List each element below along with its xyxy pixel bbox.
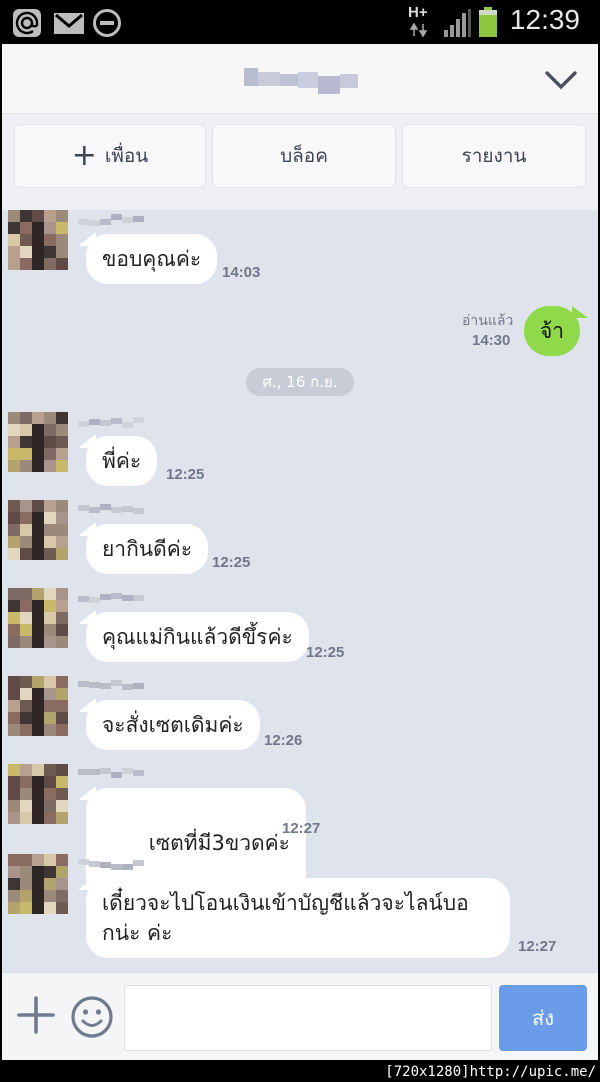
sender-name-blurred (78, 504, 144, 516)
message-text: เซตที่มี3ขวดค่ะ (142, 831, 290, 855)
sender-name-blurred (78, 858, 144, 870)
watermark: [720x1280]http://upic.me/ (385, 1064, 596, 1080)
friend-actions: + เพื่อน บล็อค รายงาน (2, 114, 598, 210)
message-bubble[interactable]: พี่ค่ะ (86, 436, 158, 486)
clock: 12:39 (509, 4, 580, 35)
message-text: พี่ค่ะ (102, 449, 142, 473)
sender-name-blurred (78, 592, 144, 604)
message-bubble[interactable]: จะสั่งเซตเดิมค่ะ (86, 700, 260, 750)
screen: H+ 12:39 + เพื่อน บล็อค รายงาน ขอบคุณค่ะ… (0, 0, 600, 1082)
message-text: จะสั่งเซตเดิมค่ะ (102, 713, 244, 737)
date-separator: ศ., 16 ก.ย. (246, 368, 354, 396)
message-time: 14:03 (222, 264, 261, 281)
message-time: 12:25 (166, 466, 205, 483)
message-bubble[interactable]: ยากินดีค่ะ (86, 524, 209, 574)
message-text: เดี๋ยวจะไปโอนเงินเข้าบัญชีแล้วจะไลน์บอกน… (102, 891, 469, 945)
message-time: 12:25 (306, 644, 345, 661)
avatar[interactable] (8, 500, 68, 560)
battery-icon (479, 7, 497, 37)
sender-name-blurred (78, 214, 144, 226)
plus-icon: + (71, 138, 97, 173)
add-friend-label: เพื่อน (104, 145, 149, 167)
plus-icon[interactable] (16, 995, 56, 1035)
message-bubble[interactable]: คุณแม่กินแล้วดีขึ้รค่ะ (86, 612, 309, 662)
avatar[interactable] (8, 764, 68, 824)
message-composer: ส่ง (2, 972, 598, 1060)
add-friend-button[interactable]: + เพื่อน (14, 124, 206, 188)
report-label: รายงาน (461, 145, 527, 167)
message-bubble[interactable]: เดี๋ยวจะไปโอนเงินเข้าบัญชีแล้วจะไลน์บอกน… (86, 878, 510, 958)
send-label: ส่ง (532, 1006, 554, 1030)
message-input[interactable] (124, 985, 492, 1051)
read-receipt: อ่านแล้ว (462, 313, 514, 329)
message-text: คุณแม่กินแล้วดีขึ้รค่ะ (102, 625, 293, 649)
network-type: H+ (408, 4, 428, 21)
message-time: 12:26 (264, 732, 303, 749)
avatar[interactable] (8, 588, 68, 648)
send-button[interactable]: ส่ง (499, 985, 587, 1051)
sender-name-blurred (78, 680, 144, 692)
message-list[interactable]: ขอบคุณค่ะ 14:03 อ่านแล้ว 14:30 จ้า ศ., 1… (2, 210, 598, 972)
avatar[interactable] (8, 412, 68, 472)
report-button[interactable]: รายงาน (402, 124, 586, 188)
chat-title-blurred (240, 64, 360, 94)
block-label: บล็อค (280, 145, 328, 167)
signal-icon (444, 9, 471, 37)
message-bubble[interactable]: ขอบคุณค่ะ (86, 234, 218, 284)
chat-header (2, 44, 598, 114)
avatar[interactable] (8, 854, 68, 914)
data-arrows-icon (410, 22, 428, 38)
message-time: 12:27 (282, 820, 321, 837)
message-time: 14:30 (472, 332, 511, 349)
at-sign-icon (13, 9, 41, 37)
status-bar: H+ 12:39 (0, 0, 600, 44)
do-not-disturb-icon (93, 9, 121, 37)
message-time: 12:27 (518, 938, 557, 955)
message-time: 12:25 (212, 554, 251, 571)
emoji-icon[interactable] (70, 995, 114, 1039)
block-button[interactable]: บล็อค (212, 124, 396, 188)
chevron-down-icon[interactable] (544, 62, 578, 96)
avatar[interactable] (8, 676, 68, 736)
message-text: ขอบคุณค่ะ (102, 247, 202, 271)
sender-name-blurred (78, 416, 144, 428)
message-text: ยากินดีค่ะ (102, 537, 193, 561)
gmail-icon (54, 13, 84, 34)
avatar[interactable] (8, 210, 68, 270)
sender-name-blurred (78, 768, 144, 780)
message-text: จ้า (540, 319, 565, 343)
